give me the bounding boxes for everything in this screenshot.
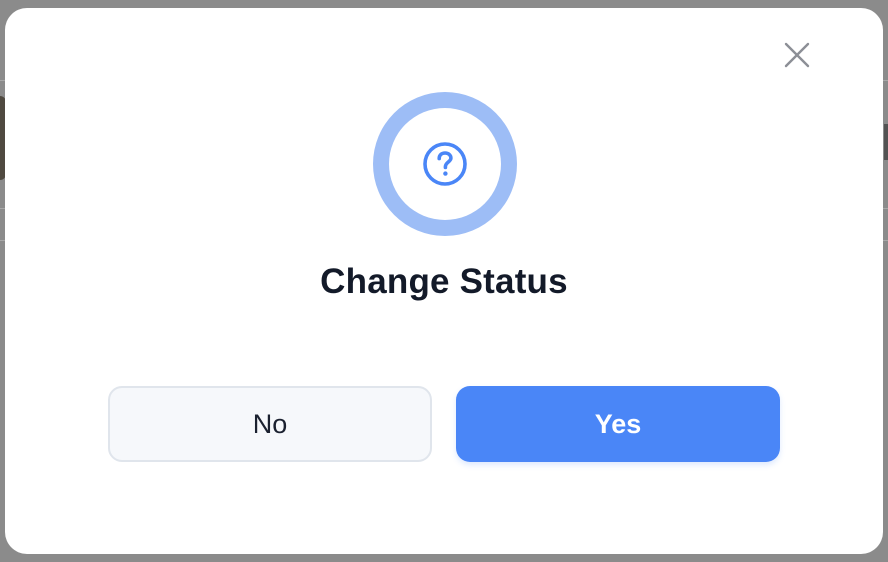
close-icon: [784, 42, 810, 68]
dialog-title: Change Status: [320, 262, 568, 301]
question-circle-icon: [423, 142, 467, 186]
modal-backdrop: Change Status No Yes: [0, 0, 888, 562]
close-button[interactable]: [778, 36, 816, 74]
change-status-dialog: Change Status No Yes: [5, 8, 883, 554]
yes-button[interactable]: Yes: [456, 386, 780, 462]
status-icon-ring: [373, 92, 517, 236]
no-button[interactable]: No: [108, 386, 432, 462]
status-icon-container: [389, 108, 501, 220]
background-edge: [884, 124, 888, 160]
